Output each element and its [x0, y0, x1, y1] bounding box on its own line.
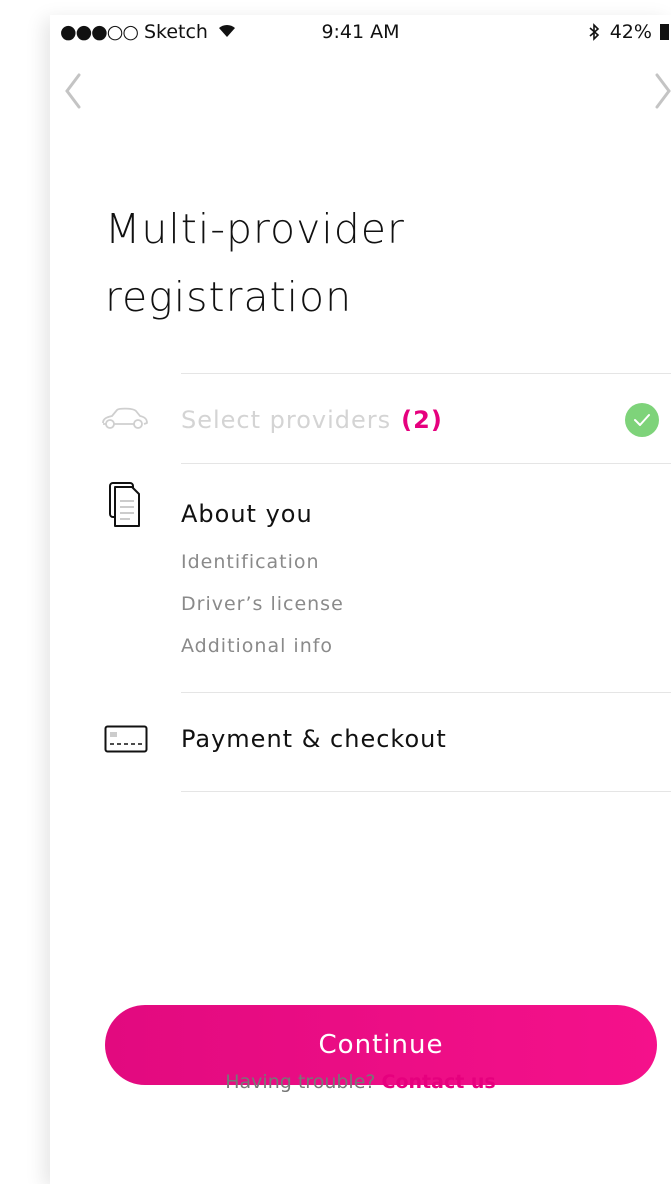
bluetooth-icon — [588, 21, 606, 43]
divider — [181, 791, 671, 792]
step-label-text: Select providers — [181, 406, 392, 434]
back-button[interactable] — [61, 67, 101, 117]
car-icon — [100, 407, 150, 435]
page-title: Multi-provider registration — [105, 195, 625, 331]
step-label: About you — [181, 500, 313, 528]
status-time: 9:41 AM — [321, 21, 400, 43]
divider — [181, 373, 671, 374]
forward-button[interactable] — [651, 67, 671, 117]
page-title-line-2: registration — [105, 273, 353, 321]
help-text: Having trouble? Contact us — [50, 1071, 671, 1093]
battery-group: 42% — [588, 21, 669, 43]
divider — [181, 463, 671, 464]
substep-drivers-license[interactable]: Driver’s license — [181, 593, 344, 615]
battery-percent: 42% — [609, 21, 652, 43]
step-label: Select providers (2) — [181, 406, 443, 434]
battery-icon — [660, 24, 669, 40]
chevron-right-icon — [655, 73, 671, 109]
substep-identification[interactable]: Identification — [181, 551, 320, 573]
page-title-line-1: Multi-provider — [105, 205, 405, 253]
check-icon — [625, 403, 659, 437]
status-bar: ●●●○○ Sketch 9:41 AM 42% — [50, 15, 671, 51]
provider-count: (2) — [401, 406, 443, 434]
divider — [181, 692, 671, 693]
contact-us-link[interactable]: Contact us — [382, 1071, 496, 1093]
credit-card-icon — [104, 725, 148, 757]
documents-icon — [108, 481, 142, 533]
step-label: Payment & checkout — [181, 725, 447, 753]
chevron-left-icon — [65, 73, 81, 109]
substep-additional-info[interactable]: Additional info — [181, 635, 333, 657]
help-prompt: Having trouble? — [225, 1071, 376, 1093]
phone-screen: ●●●○○ Sketch 9:41 AM 42% Multi-provider … — [50, 15, 671, 1184]
